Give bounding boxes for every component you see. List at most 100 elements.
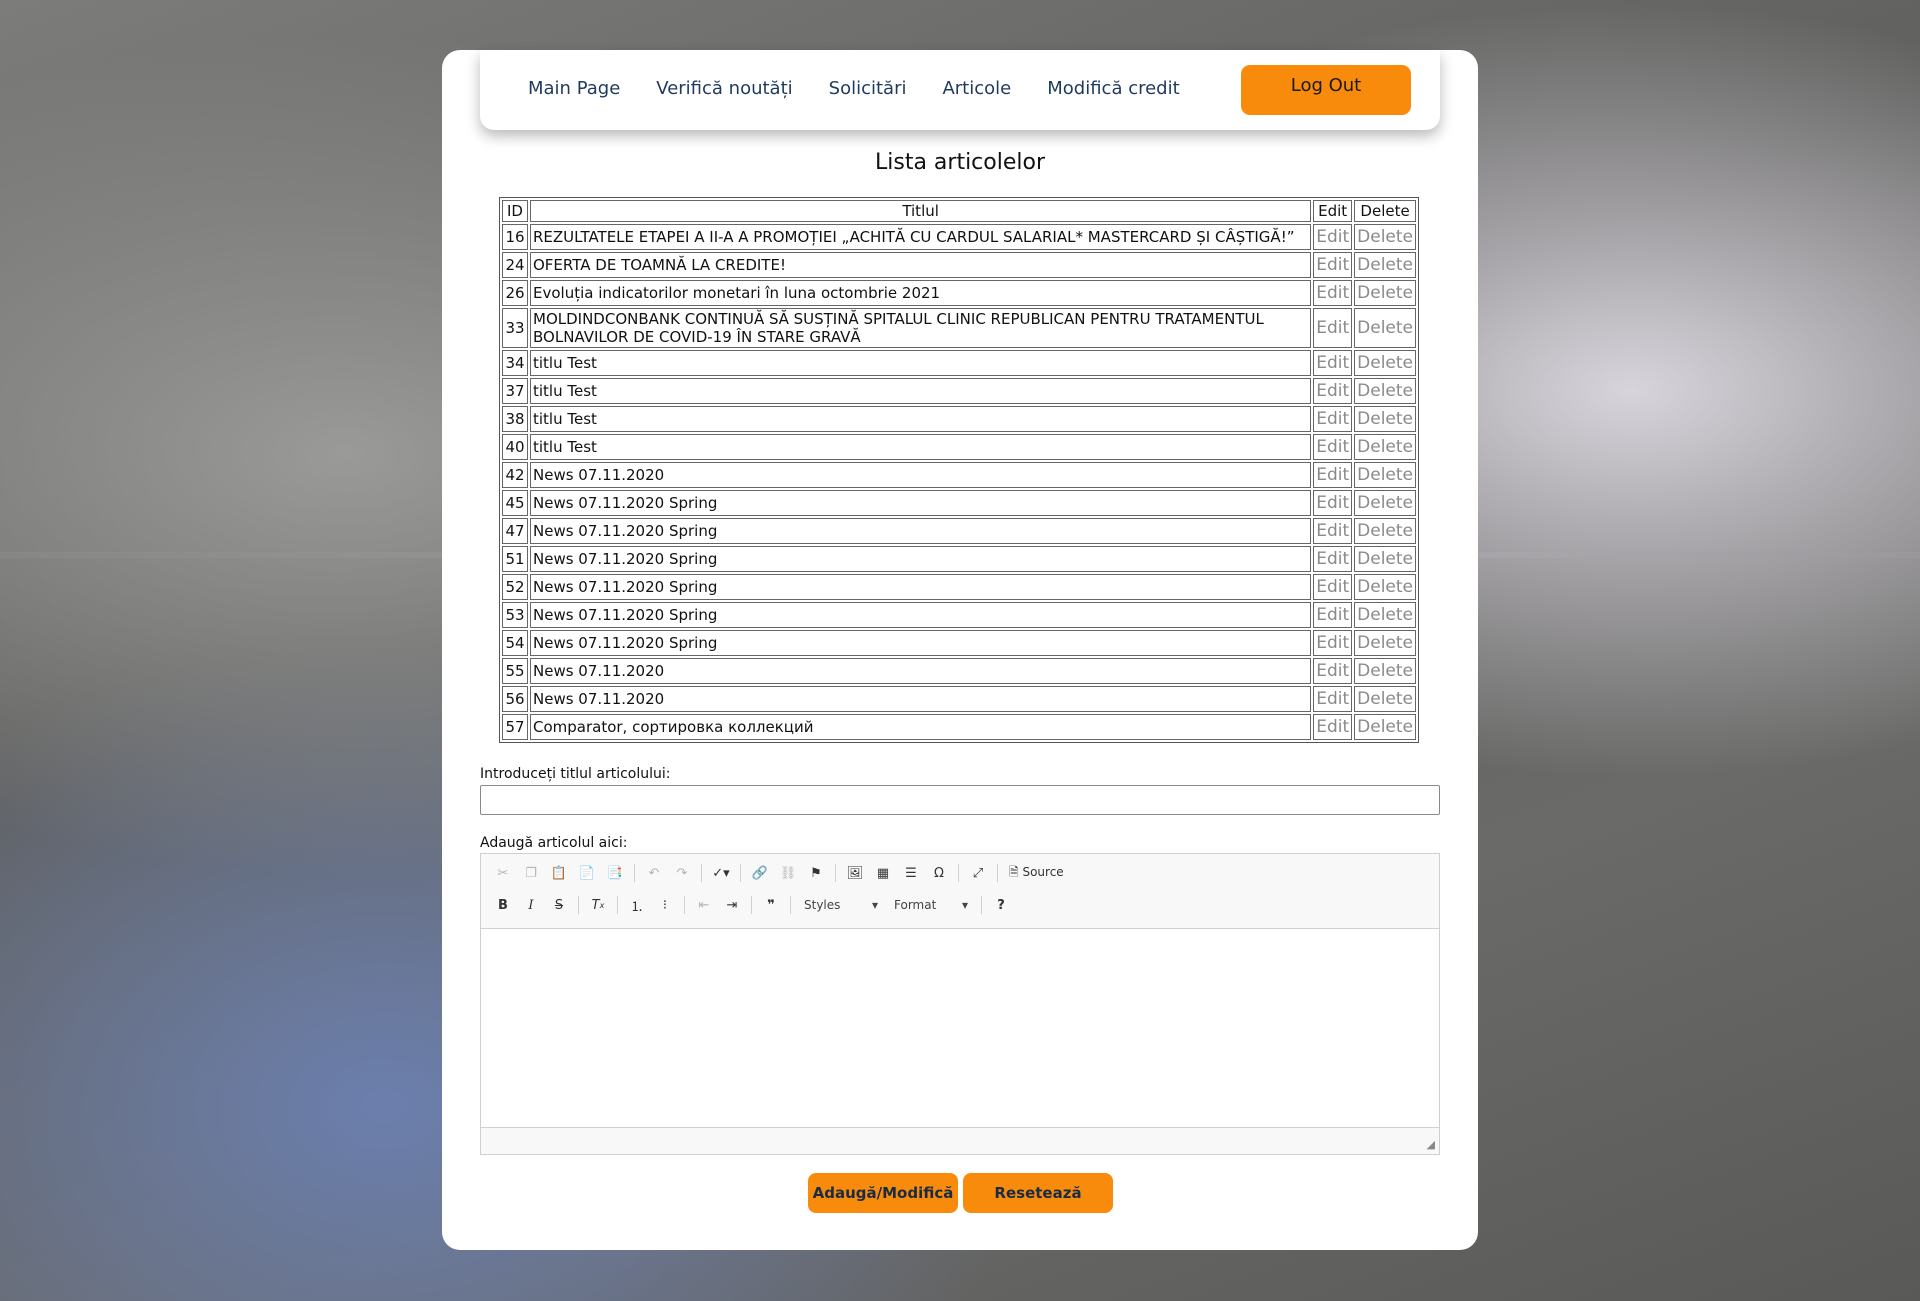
italic-icon[interactable]: I xyxy=(519,894,543,916)
table-row: 24 OFERTA DE TOAMNĂ LA CREDITE! Edit Delete xyxy=(502,252,1416,278)
delete-link[interactable]: Delete xyxy=(1354,280,1416,306)
edit-link[interactable]: Edit xyxy=(1313,350,1353,376)
help-icon[interactable]: ? xyxy=(989,894,1013,916)
delete-link[interactable]: Delete xyxy=(1354,630,1416,656)
edit-link[interactable]: Edit xyxy=(1313,378,1353,404)
numbered-list-icon[interactable]: ⒈ xyxy=(625,894,649,916)
delete-link[interactable]: Delete xyxy=(1354,602,1416,628)
toolbar-separator xyxy=(740,864,741,882)
main-card: Main Page Verifică noutăți Solicitări Ar… xyxy=(442,50,1478,1250)
navbar: Main Page Verifică noutăți Solicitări Ar… xyxy=(480,50,1440,130)
styles-dropdown[interactable]: Styles ▾ xyxy=(798,894,884,916)
edit-link[interactable]: Edit xyxy=(1313,546,1353,572)
delete-link[interactable]: Delete xyxy=(1354,378,1416,404)
spellcheck-icon[interactable]: ✓▾ xyxy=(709,862,733,884)
delete-link[interactable]: Delete xyxy=(1354,308,1416,348)
logout-button[interactable]: Log Out xyxy=(1241,65,1411,115)
horizontal-line-icon[interactable]: ☰ xyxy=(899,862,923,884)
row-id: 53 xyxy=(502,602,528,628)
image-icon[interactable]: 🖼 xyxy=(843,862,867,884)
header-id: ID xyxy=(502,200,528,222)
bulleted-list-icon[interactable]: ⁝ xyxy=(653,894,677,916)
source-button[interactable]: 🗎 Source xyxy=(1005,863,1068,884)
copy-icon[interactable]: ❐ xyxy=(519,862,543,884)
table-row: 34 titlu Test Edit Delete xyxy=(502,350,1416,376)
delete-link[interactable]: Delete xyxy=(1354,224,1416,250)
edit-link[interactable]: Edit xyxy=(1313,658,1353,684)
rich-text-editor: ✂ ❐ 📋 📄 📑 ↶ ↷ ✓▾ 🔗 ⛓ ⚑ 🖼 ▦ ☰ Ω ⤢ 🗎 Sourc… xyxy=(480,853,1440,1155)
toolbar-separator xyxy=(578,896,579,914)
delete-link[interactable]: Delete xyxy=(1354,686,1416,712)
reset-button[interactable]: Resetează xyxy=(963,1173,1113,1213)
toolbar-separator xyxy=(958,864,959,882)
edit-link[interactable]: Edit xyxy=(1313,518,1353,544)
delete-link[interactable]: Delete xyxy=(1354,546,1416,572)
anchor-flag-icon[interactable]: ⚑ xyxy=(804,862,828,884)
row-id: 26 xyxy=(502,280,528,306)
submit-button[interactable]: Adaugă/Modifică xyxy=(808,1173,958,1213)
nav-verifica-noutati[interactable]: Verifică noutăți xyxy=(656,78,792,99)
delete-link[interactable]: Delete xyxy=(1354,350,1416,376)
redo-icon[interactable]: ↷ xyxy=(670,862,694,884)
table-header-row: ID Titlul Edit Delete xyxy=(502,200,1416,222)
articles-table: ID Titlul Edit Delete 16 REZULTATELE ETAP… xyxy=(499,197,1419,743)
outdent-icon[interactable]: ⇤ xyxy=(692,894,716,916)
paste-icon[interactable]: 📋 xyxy=(547,862,571,884)
edit-link[interactable]: Edit xyxy=(1313,406,1353,432)
row-id: 40 xyxy=(502,434,528,460)
paste-word-icon[interactable]: 📑 xyxy=(603,862,627,884)
strikethrough-icon[interactable]: S xyxy=(547,894,571,916)
delete-link[interactable]: Delete xyxy=(1354,434,1416,460)
maximize-icon[interactable]: ⤢ xyxy=(966,862,990,884)
row-title: News 07.11.2020 Spring xyxy=(530,602,1312,628)
resize-handle-icon[interactable]: ◢ xyxy=(1427,1138,1435,1151)
row-id: 45 xyxy=(502,490,528,516)
special-char-icon[interactable]: Ω xyxy=(927,862,951,884)
delete-link[interactable]: Delete xyxy=(1354,462,1416,488)
bold-icon[interactable]: B xyxy=(491,894,515,916)
editor-content-area[interactable] xyxy=(481,929,1439,1129)
edit-link[interactable]: Edit xyxy=(1313,490,1353,516)
row-id: 52 xyxy=(502,574,528,600)
source-label: Source xyxy=(1022,864,1064,879)
table-icon[interactable]: ▦ xyxy=(871,862,895,884)
edit-link[interactable]: Edit xyxy=(1313,630,1353,656)
edit-link[interactable]: Edit xyxy=(1313,574,1353,600)
edit-link[interactable]: Edit xyxy=(1313,224,1353,250)
paste-text-icon[interactable]: 📄 xyxy=(575,862,599,884)
nav-articole[interactable]: Articole xyxy=(942,78,1011,99)
edit-link[interactable]: Edit xyxy=(1313,308,1353,348)
edit-link[interactable]: Edit xyxy=(1313,252,1353,278)
row-id: 33 xyxy=(502,308,528,348)
edit-link[interactable]: Edit xyxy=(1313,714,1353,740)
nav-solicitari[interactable]: Solicitări xyxy=(829,78,907,99)
cut-icon[interactable]: ✂ xyxy=(491,862,515,884)
chevron-down-icon: ▾ xyxy=(871,898,878,912)
undo-icon[interactable]: ↶ xyxy=(642,862,666,884)
remove-format-icon[interactable]: Tx xyxy=(586,894,610,916)
toolbar-separator xyxy=(981,896,982,914)
link-icon[interactable]: 🔗 xyxy=(748,862,772,884)
title-input[interactable] xyxy=(480,785,1440,815)
delete-link[interactable]: Delete xyxy=(1354,714,1416,740)
edit-link[interactable]: Edit xyxy=(1313,686,1353,712)
format-dropdown[interactable]: Format ▾ xyxy=(888,894,974,916)
header-edit: Edit xyxy=(1313,200,1353,222)
edit-link[interactable]: Edit xyxy=(1313,462,1353,488)
indent-icon[interactable]: ⇥ xyxy=(720,894,744,916)
nav-modifica-credit[interactable]: Modifică credit xyxy=(1047,78,1179,99)
edit-link[interactable]: Edit xyxy=(1313,434,1353,460)
nav-main-page[interactable]: Main Page xyxy=(528,78,620,99)
edit-link[interactable]: Edit xyxy=(1313,280,1353,306)
blockquote-icon[interactable]: ❞ xyxy=(759,894,783,916)
delete-link[interactable]: Delete xyxy=(1354,490,1416,516)
row-id: 47 xyxy=(502,518,528,544)
delete-link[interactable]: Delete xyxy=(1354,574,1416,600)
delete-link[interactable]: Delete xyxy=(1354,518,1416,544)
table-row: 42 News 07.11.2020 Edit Delete xyxy=(502,462,1416,488)
delete-link[interactable]: Delete xyxy=(1354,658,1416,684)
unlink-icon[interactable]: ⛓ xyxy=(776,862,800,884)
delete-link[interactable]: Delete xyxy=(1354,406,1416,432)
delete-link[interactable]: Delete xyxy=(1354,252,1416,278)
edit-link[interactable]: Edit xyxy=(1313,602,1353,628)
